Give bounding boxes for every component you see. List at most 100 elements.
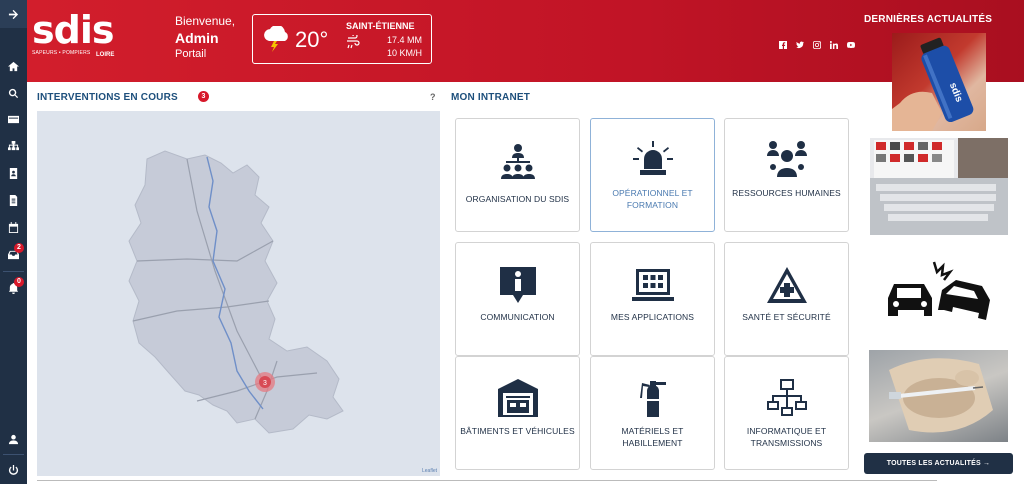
instagram-icon	[813, 41, 821, 49]
fire-station-icon	[498, 379, 538, 417]
youtube-link[interactable]	[847, 36, 855, 48]
storm-cloud-icon	[264, 26, 288, 52]
laptop-keyboard-image	[870, 138, 1008, 235]
linkedin-link[interactable]	[829, 36, 838, 49]
laptop-apps-icon	[632, 269, 674, 301]
interventions-count-badge: 3	[198, 91, 209, 102]
sidebar-item-organization[interactable]	[0, 135, 27, 157]
tile-organisation[interactable]: ORGANISATION DU SDIS	[455, 118, 580, 232]
calendar-icon	[8, 221, 19, 233]
interventions-title: INTERVENTIONS EN COURS	[37, 92, 178, 103]
news-thumbnail-syringe[interactable]	[869, 350, 1008, 442]
sidebar-item-calendar[interactable]	[0, 216, 27, 238]
sidebar-item-card[interactable]	[0, 108, 27, 130]
tile-informatique-transmissions[interactable]: INFORMATIQUE ET TRANSMISSIONS	[724, 356, 849, 470]
tile-label: BÂTIMENTS ET VÉHICULES	[460, 426, 575, 436]
tile-label: MES APPLICATIONS	[610, 312, 695, 322]
sidebar-item-alerts[interactable]: 0	[0, 277, 27, 299]
emergency-light-icon	[633, 141, 673, 175]
water-bottle-image: sdis	[892, 37, 974, 131]
news-thumbnail-car-crash[interactable]	[886, 258, 992, 326]
network-icon	[767, 379, 807, 416]
syringe-tray-image	[889, 358, 993, 433]
sidebar-item-profile[interactable]	[0, 428, 27, 450]
portal-label: Portail	[175, 48, 207, 60]
twitter-icon	[796, 41, 804, 49]
home-icon	[8, 61, 19, 71]
logo-text: sdis	[32, 8, 114, 52]
sidebar: 2 0	[0, 0, 27, 484]
sidebar-divider	[3, 271, 24, 272]
user-icon	[8, 434, 19, 444]
sitemap-icon	[8, 140, 19, 150]
weather-temperature: 20°	[295, 27, 329, 52]
weather-wind: 10 KM/H	[386, 48, 422, 58]
info-bubble-icon	[500, 267, 536, 303]
sidebar-item-search[interactable]	[0, 82, 27, 104]
tile-mes-applications[interactable]: MES APPLICATIONS	[590, 242, 715, 356]
sidebar-item-notifications[interactable]: 2	[0, 243, 27, 265]
tile-label: MATÉRIELS ET HABILLEMENT	[621, 426, 684, 448]
sidebar-item-contacts[interactable]	[0, 162, 27, 184]
sdis-logo[interactable]: sdis SAPEURS • POMPIERS LOIRE	[32, 8, 126, 62]
youtube-icon	[847, 42, 855, 48]
header-banner: sdis SAPEURS • POMPIERS LOIRE Bienvenue,…	[27, 0, 1024, 82]
all-news-button[interactable]: TOUTES LES ACTUALITÉS →	[864, 453, 1013, 474]
document-icon	[9, 194, 18, 206]
tile-label: OPÉRATIONNEL ET FORMATION	[612, 188, 693, 210]
news-thumbnail-laptop[interactable]	[870, 138, 1008, 235]
logo-region: LOIRE	[96, 52, 115, 58]
social-links	[779, 36, 855, 49]
tile-communication[interactable]: COMMUNICATION	[455, 242, 580, 356]
page-root: 2 0 sdis SAPEURS • POMPIERS LOIRE Bienve…	[0, 0, 1024, 484]
instagram-link[interactable]	[813, 36, 821, 49]
latest-news-title: DERNIÈRES ACTUALITÉS	[864, 14, 993, 25]
people-group-icon	[767, 141, 807, 177]
fire-extinguisher-icon	[640, 381, 666, 417]
org-chart-icon	[501, 144, 535, 179]
user-name: Admin	[175, 30, 219, 46]
interventions-map[interactable]: 3 Leaflet	[37, 111, 440, 476]
loire-department-map: 3	[128, 150, 344, 434]
welcome-text: Bienvenue,	[175, 14, 236, 28]
intervention-cluster-marker[interactable]: 3	[255, 372, 275, 392]
tile-sante-securite[interactable]: SANTÉ ET SÉCURITÉ	[724, 242, 849, 356]
car-crash-icon	[888, 261, 990, 320]
search-icon	[8, 88, 19, 98]
tile-materiels-habillement[interactable]: MATÉRIELS ET HABILLEMENT	[590, 356, 715, 470]
sidebar-item-documents[interactable]	[0, 189, 27, 211]
power-icon	[8, 464, 19, 475]
facebook-icon	[779, 41, 787, 49]
tile-label: COMMUNICATION	[480, 312, 555, 322]
sidebar-divider	[3, 454, 24, 455]
leaflet-attribution[interactable]: Leaflet	[422, 468, 437, 474]
tile-label: SANTÉ ET SÉCURITÉ	[742, 312, 831, 322]
tile-ressources-humaines[interactable]: RESSOURCES HUMAINES	[724, 118, 849, 232]
warning-cross-icon	[767, 267, 807, 303]
intranet-title: MON INTRANET	[451, 92, 531, 103]
twitter-link[interactable]	[796, 36, 804, 49]
weather-city: SAINT-ÉTIENNE	[346, 21, 415, 31]
weather-rain: 17.4 MM	[386, 35, 422, 45]
welcome-block: Bienvenue, Admin Portail	[175, 14, 235, 61]
address-book-icon	[9, 167, 18, 179]
weather-widget: 20° SAINT-ÉTIENNE 17.4 MM 10 KM/H	[252, 14, 432, 64]
tile-label: INFORMATIQUE ET TRANSMISSIONS	[746, 426, 827, 448]
linkedin-icon	[829, 41, 838, 49]
alerts-badge: 0	[14, 277, 24, 287]
id-card-icon	[8, 115, 19, 123]
arrow-right-icon	[8, 9, 19, 19]
notifications-badge: 2	[14, 243, 24, 253]
tile-label: ORGANISATION DU SDIS	[465, 194, 570, 204]
help-icon[interactable]: ?	[430, 92, 436, 102]
tile-batiments-vehicules[interactable]: BÂTIMENTS ET VÉHICULES	[455, 356, 580, 470]
rain-wind-icon	[347, 35, 360, 49]
tile-operationnel[interactable]: OPÉRATIONNEL ET FORMATION	[590, 118, 715, 232]
bottom-divider	[37, 480, 937, 481]
sidebar-expand-button[interactable]	[0, 0, 27, 28]
sidebar-item-logout[interactable]	[0, 459, 27, 481]
news-thumbnail-bottle[interactable]: sdis	[892, 33, 986, 131]
facebook-link[interactable]	[779, 36, 787, 49]
sidebar-item-home[interactable]	[0, 55, 27, 77]
cluster-count: 3	[263, 380, 267, 387]
